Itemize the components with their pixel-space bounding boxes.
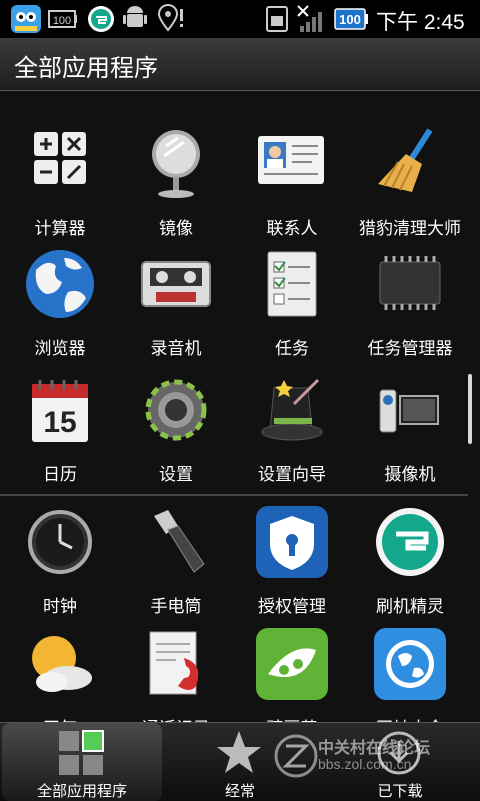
app-task-manager[interactable]: 任务管理器: [350, 248, 470, 368]
status-bar: 100 100 下午 2:45: [0, 0, 480, 38]
app-label: 任务: [275, 339, 309, 359]
app-flashlight[interactable]: 手电筒: [116, 506, 236, 626]
cassette-icon: [141, 261, 211, 307]
app-permission-manager[interactable]: 授权管理: [232, 506, 352, 626]
checklist-icon: [267, 251, 317, 317]
flashlight-icon: [154, 510, 205, 573]
app-label: 录音机: [150, 339, 202, 359]
svg-text:100: 100: [53, 15, 71, 27]
app-clock[interactable]: 时钟: [0, 506, 120, 626]
camcorder-icon: [379, 389, 439, 433]
app-label: 日历: [43, 465, 77, 485]
app-label: 豌豆荚: [232, 714, 352, 722]
scrollbar[interactable]: [468, 374, 472, 444]
battery-icon: 100: [334, 8, 368, 30]
app-label: 网址大全: [350, 714, 470, 722]
gear-icon: [145, 379, 207, 441]
app-label: 通话记录: [116, 714, 236, 722]
broom-icon: [378, 128, 433, 192]
calendar-icon: 15: [32, 380, 88, 442]
app-tasks[interactable]: 任务: [232, 248, 352, 368]
chip-icon: [379, 256, 441, 310]
watermark-url: bbs.zol.com.cn: [318, 756, 412, 772]
app-label: 浏览器: [34, 339, 86, 359]
app-label: 手电筒: [150, 597, 202, 617]
app-label: 镜像: [159, 219, 193, 239]
status-time: 下午 2:45: [376, 11, 465, 34]
magic-hat-icon: [261, 378, 323, 441]
tab-label: 全部应用程序: [36, 782, 127, 800]
app-label: 任务管理器: [367, 339, 453, 359]
app-camcorder[interactable]: 摄像机: [350, 374, 470, 494]
app-label: 摄像机: [384, 465, 436, 485]
flash-genie-icon: [376, 508, 444, 576]
watermark-title: 中关村在线论坛: [318, 738, 431, 757]
clock-icon: [28, 510, 92, 574]
page-title: 全部应用程序: [14, 54, 158, 82]
svg-text:15: 15: [43, 406, 76, 439]
mirror-icon: [152, 130, 200, 198]
battery-notify-icon: 100: [48, 10, 77, 28]
sim-card-icon: [266, 6, 288, 32]
pea-pod-icon: [256, 628, 328, 700]
app-setup-wizard[interactable]: 设置向导: [232, 374, 352, 494]
watermark: 中关村在线论坛 bbs.zol.com.cn: [270, 728, 480, 788]
svg-text:100: 100: [339, 12, 361, 27]
app-label: 刷机精灵: [376, 597, 444, 617]
app-url-directory[interactable]: 网址大全: [350, 628, 470, 722]
security-app-icon: [88, 6, 114, 32]
app-weather[interactable]: 天气: [0, 628, 120, 722]
app-recorder[interactable]: 录音机: [116, 248, 236, 368]
grid-icon: [59, 730, 104, 775]
star-icon: [217, 731, 261, 773]
app-label: 计算器: [34, 219, 86, 239]
app-label: 设置向导: [258, 465, 326, 485]
app-label: 联系人: [266, 219, 318, 239]
app-settings[interactable]: 设置: [116, 374, 236, 494]
app-label: 猎豹清理大师: [359, 219, 461, 239]
app-label: 天气: [0, 714, 120, 722]
app-label: 设置: [159, 465, 193, 485]
app-grid: 计算器 镜像 联系人 猎豹清理大师 浏览器 录音机 任务 任务管理器 15 日历…: [0, 92, 480, 722]
calculator-icon: [34, 132, 86, 184]
signal-no-service-icon: [297, 5, 322, 32]
web-globe-icon: [374, 628, 446, 700]
globe-icon: [26, 250, 94, 318]
app-mirror[interactable]: 镜像: [116, 128, 236, 248]
location-alert-icon: [157, 4, 183, 32]
section-divider: [0, 494, 468, 496]
app-cheetah-cleaner[interactable]: 猎豹清理大师: [350, 128, 470, 248]
app-calendar[interactable]: 15 日历: [0, 374, 120, 494]
contacts-icon: [258, 136, 324, 184]
android-debug-icon: [123, 6, 147, 27]
zol-logo-icon: [274, 734, 318, 778]
app-flash-genie[interactable]: 刷机精灵: [350, 506, 470, 626]
title-bar: 全部应用程序: [0, 38, 480, 91]
app-contacts[interactable]: 联系人: [232, 128, 352, 248]
tab-all-apps[interactable]: 全部应用程序: [2, 723, 162, 801]
weather-icon: [32, 636, 92, 692]
app-label: 时钟: [43, 597, 77, 617]
app-label: 授权管理: [258, 597, 326, 617]
app-wandoujia[interactable]: 豌豆荚: [232, 628, 352, 722]
call-log-icon: [149, 631, 199, 695]
app-call-log[interactable]: 通话记录: [116, 628, 236, 722]
shield-icon: [256, 506, 328, 578]
app-browser[interactable]: 浏览器: [0, 248, 120, 368]
app-mascot-icon: [11, 5, 41, 33]
app-calculator[interactable]: 计算器: [0, 128, 120, 248]
